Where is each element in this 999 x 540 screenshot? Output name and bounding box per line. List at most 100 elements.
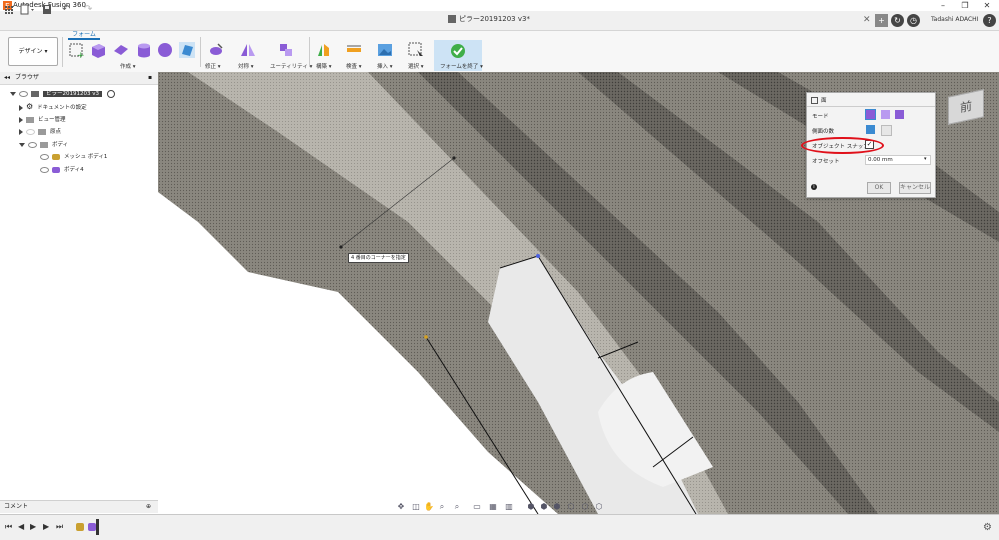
tab-form[interactable]: フォーム	[68, 31, 100, 40]
group-select-label[interactable]: 選択 ▾	[408, 62, 424, 70]
file-menu-icon[interactable]	[20, 3, 36, 16]
group-create-label[interactable]: 作成 ▾	[120, 62, 136, 70]
dialog-header: 面	[811, 96, 827, 104]
document-title: ピラー20191203 v3*	[459, 15, 530, 23]
collapse-icon[interactable]: ◂◂	[4, 74, 10, 81]
plane-icon[interactable]	[113, 42, 129, 58]
inspect-icon[interactable]	[346, 42, 362, 58]
job-status-icon[interactable]: ↻	[891, 14, 904, 27]
visibility-eye-icon	[40, 166, 49, 173]
notifications-icon[interactable]: ◷	[907, 14, 920, 27]
folder-icon	[40, 141, 48, 148]
workspace-switcher-button[interactable]: デザイン ▾	[8, 37, 58, 66]
group-construct-label[interactable]: 構築 ▾	[316, 62, 332, 70]
undo-icon[interactable]: ↶	[62, 3, 76, 16]
browser-title: ブラウザ	[14, 74, 39, 81]
add-comment-icon[interactable]: ⊕	[146, 501, 151, 513]
close-button[interactable]: ✕	[976, 0, 998, 11]
new-tab-plus-icon[interactable]: +	[875, 14, 888, 27]
save-icon[interactable]	[42, 3, 52, 16]
tree-item-bodies[interactable]: ボディ	[19, 139, 68, 151]
repair-body-icon[interactable]: ⬡	[594, 502, 604, 512]
help-icon[interactable]: ?	[983, 14, 996, 27]
select-icon[interactable]	[408, 42, 424, 58]
tree-item-mesh-body[interactable]: メッシュ ボディ1	[40, 151, 107, 163]
smooth-display-icon[interactable]: ⬢	[552, 502, 562, 512]
group-symmetry-label[interactable]: 対称 ▾	[238, 62, 254, 70]
tree-item-origin[interactable]: 原点	[19, 126, 61, 138]
dialog-collapse-icon[interactable]	[811, 97, 818, 104]
group-utilities-label[interactable]: ユーティリティ ▾	[270, 62, 312, 70]
grid-snap-icon[interactable]: ▦	[488, 502, 498, 512]
fit-icon[interactable]: ⌕	[452, 502, 462, 512]
look-at-icon[interactable]: ◫	[411, 502, 421, 512]
cancel-button[interactable]: キャンセル	[899, 182, 931, 194]
tree-item-label: メッシュ ボディ1	[64, 154, 108, 160]
group-modify-label[interactable]: 修正 ▾	[205, 62, 221, 70]
orbit-icon[interactable]: ✥	[396, 502, 406, 512]
document-cube-icon	[448, 15, 456, 23]
timeline-end-icon[interactable]: ⏭	[56, 522, 63, 532]
minimize-button[interactable]: –	[932, 0, 954, 11]
cylinder-icon[interactable]	[136, 42, 152, 58]
control-frame-icon[interactable]: ⬢	[539, 502, 549, 512]
timeline-settings-gear-icon[interactable]: ⚙	[983, 522, 992, 533]
timeline-start-icon[interactable]: ⏮	[5, 522, 12, 532]
display-settings-icon[interactable]: ▭	[472, 502, 482, 512]
pan-icon[interactable]: ✋	[424, 502, 434, 512]
timeline-back-icon[interactable]: ◀	[18, 522, 24, 531]
user-name[interactable]: Tadashi ADACHI	[931, 16, 978, 23]
symmetry-icon[interactable]	[240, 42, 256, 58]
tree-item-root[interactable]: ピラー20191203 v3	[10, 88, 115, 100]
box-icon[interactable]	[90, 42, 106, 58]
timeline-form-feature-icon[interactable]	[88, 523, 96, 531]
timeline-marker[interactable]	[96, 519, 99, 535]
box-display-icon[interactable]: ⬢	[526, 502, 536, 512]
ok-button[interactable]: OK	[867, 182, 891, 194]
zoom-icon[interactable]: ⌕	[437, 502, 447, 512]
offset-dropdown-icon[interactable]: ▾	[924, 156, 927, 162]
timeline-play-icon[interactable]: ▶	[30, 522, 36, 531]
tree-item-label: ドキュメントの設定	[37, 105, 87, 111]
edit-form-icon[interactable]	[208, 42, 224, 58]
sides-multi-icon[interactable]	[881, 125, 892, 136]
component-icon	[31, 90, 39, 97]
info-icon[interactable]: i	[811, 184, 817, 190]
insert-image-icon[interactable]	[377, 42, 393, 58]
apps-grid-icon[interactable]	[4, 3, 14, 16]
tree-item-body4[interactable]: ボディ4	[40, 164, 84, 176]
visibility-eye-icon	[40, 153, 49, 160]
document-tab[interactable]: ピラー20191203 v3*	[448, 14, 530, 24]
face-icon[interactable]	[179, 42, 195, 58]
vertex-point	[424, 335, 428, 339]
viewports-icon[interactable]: ▥	[504, 502, 514, 512]
timeline-mesh-feature-icon[interactable]	[76, 523, 84, 531]
tree-item-document-settings[interactable]: ⚙ ドキュメントの設定	[19, 101, 87, 113]
sphere-icon[interactable]	[157, 42, 173, 58]
maximize-button[interactable]: ❐	[954, 0, 976, 11]
tree-item-label: ビュー管理	[38, 117, 66, 123]
browser-pin-icon[interactable]: ▪	[148, 72, 152, 84]
mode-edge-icon[interactable]	[881, 110, 890, 119]
mode-chain-icon[interactable]	[895, 110, 904, 119]
comment-label: コメント	[4, 503, 29, 510]
group-finish-form-label[interactable]: フォームを終了 ▾	[440, 62, 483, 70]
construct-icon[interactable]	[316, 42, 332, 58]
dialog-title: 面	[821, 98, 827, 104]
group-inspect-label[interactable]: 検査 ▾	[346, 62, 362, 70]
utilities-icon[interactable]	[278, 42, 294, 58]
close-tab-icon[interactable]: ✕	[863, 15, 871, 25]
display-mode-icon[interactable]: ⬡	[566, 502, 576, 512]
timeline-forward-icon[interactable]: ▶	[43, 522, 49, 531]
isolate-icon[interactable]: ⬡	[580, 502, 590, 512]
tree-item-view-management[interactable]: ビュー管理	[19, 114, 66, 126]
activate-radio-icon[interactable]	[106, 89, 115, 98]
mesh-body-icon	[52, 153, 60, 160]
redo-icon[interactable]: ↷	[84, 3, 98, 16]
group-insert-label[interactable]: 挿入 ▾	[377, 62, 393, 70]
sides-four-icon[interactable]	[866, 125, 875, 134]
offset-input[interactable]: 0.00 mm	[865, 155, 931, 165]
mode-simple-icon[interactable]	[865, 109, 876, 120]
create-form-sketch-icon[interactable]: +	[68, 42, 85, 61]
expand-icon	[19, 116, 23, 123]
